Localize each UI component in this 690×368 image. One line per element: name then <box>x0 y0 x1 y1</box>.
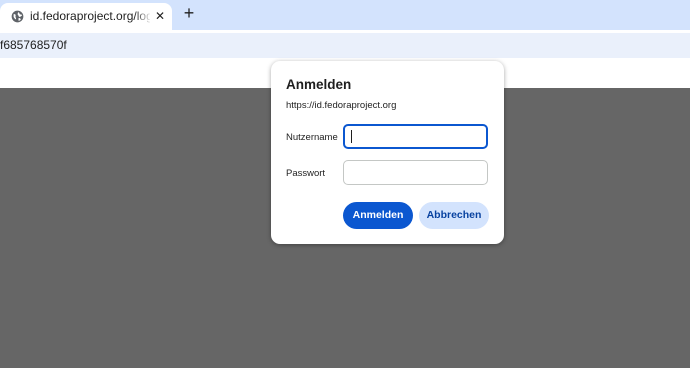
dialog-origin: https://id.fedoraproject.org <box>286 100 397 111</box>
globe-icon <box>11 10 24 23</box>
close-icon[interactable]: ✕ <box>155 9 165 23</box>
new-tab-button[interactable]: + <box>182 3 196 23</box>
tab-title: id.fedoraproject.org/login/gssapi <box>30 9 150 23</box>
username-label: Nutzername <box>286 132 338 143</box>
sign-in-dialog: Anmelden https://id.fedoraproject.org Nu… <box>271 61 504 244</box>
password-label: Passwort <box>286 168 326 179</box>
browser-tab[interactable]: id.fedoraproject.org/login/gssapi ✕ <box>0 3 172 30</box>
address-text: f685768570f <box>0 38 67 52</box>
sign-in-button[interactable]: Anmelden <box>343 202 413 229</box>
cancel-button[interactable]: Abbrechen <box>419 202 489 229</box>
dialog-title: Anmelden <box>286 77 352 92</box>
tab-strip: id.fedoraproject.org/login/gssapi ✕ + <box>0 0 690 30</box>
address-bar[interactable]: f685768570f <box>0 33 690 58</box>
username-field[interactable] <box>343 124 488 149</box>
tab-title-fade <box>134 7 152 27</box>
text-caret <box>351 130 352 143</box>
password-field[interactable] <box>343 160 488 185</box>
